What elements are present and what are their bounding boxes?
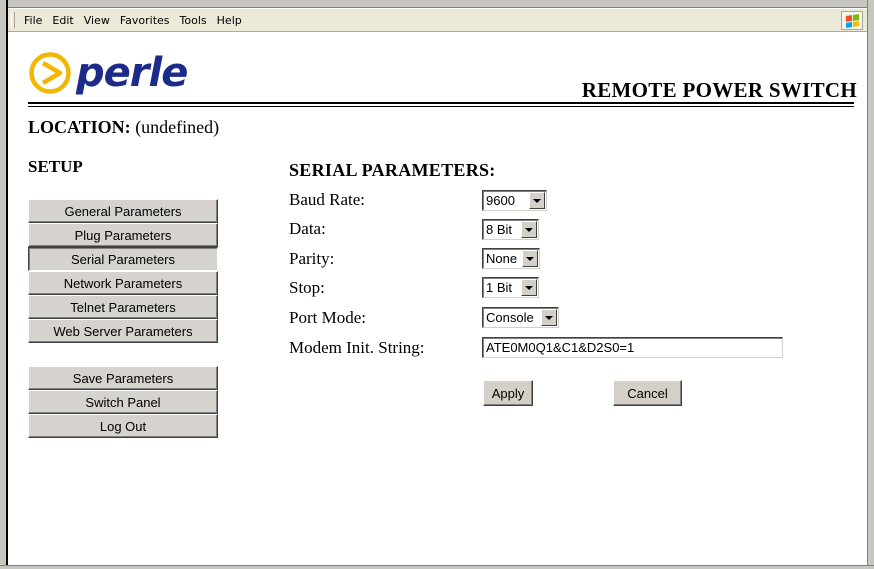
location-label: LOCATION: bbox=[28, 117, 131, 137]
modem-init-input[interactable] bbox=[482, 337, 783, 358]
menu-favorites[interactable]: Favorites bbox=[115, 14, 175, 27]
logo-text: perle bbox=[76, 50, 188, 96]
menu-view[interactable]: View bbox=[79, 14, 115, 27]
page-content: perle REMOTE POWER SWITCH LOCATION: (und… bbox=[10, 33, 867, 565]
location-value: (undefined) bbox=[135, 117, 220, 137]
perle-logo: perle bbox=[28, 50, 188, 96]
baud-rate-value: 9600 bbox=[486, 193, 515, 208]
parity-select[interactable]: None bbox=[482, 248, 540, 269]
port-mode-label: Port Mode: bbox=[289, 308, 366, 327]
window-top-border bbox=[8, 0, 867, 8]
modem-init-label: Modem Init. String: bbox=[289, 338, 425, 357]
parity-label: Parity: bbox=[289, 249, 335, 268]
data-value: 8 Bit bbox=[486, 222, 513, 237]
plug-parameters-button[interactable]: Plug Parameters bbox=[28, 223, 218, 247]
windows-logo-icon bbox=[841, 11, 863, 30]
baud-rate-select[interactable]: 9600 bbox=[482, 190, 547, 211]
general-parameters-button[interactable]: General Parameters bbox=[28, 199, 218, 223]
stop-select[interactable]: 1 Bit bbox=[482, 277, 539, 298]
setup-heading: SETUP bbox=[28, 157, 83, 176]
save-parameters-button[interactable]: Save Parameters bbox=[28, 366, 218, 390]
data-select[interactable]: 8 Bit bbox=[482, 219, 539, 240]
serial-parameters-heading: SERIAL PARAMETERS: bbox=[289, 160, 496, 180]
menu-bar: File Edit View Favorites Tools Help bbox=[8, 8, 867, 32]
apply-button[interactable]: Apply bbox=[483, 380, 533, 406]
window-left-border bbox=[0, 0, 8, 569]
menubar-grip bbox=[11, 12, 15, 28]
window-bottom-border bbox=[0, 565, 874, 569]
log-out-button[interactable]: Log Out bbox=[28, 414, 218, 438]
chevron-down-icon bbox=[529, 192, 545, 209]
data-label: Data: bbox=[289, 219, 326, 238]
header-divider bbox=[28, 102, 854, 104]
chevron-down-icon bbox=[541, 309, 557, 326]
web-server-parameters-button[interactable]: Web Server Parameters bbox=[28, 319, 218, 343]
network-parameters-button[interactable]: Network Parameters bbox=[28, 271, 218, 295]
port-mode-value: Console bbox=[486, 310, 534, 325]
stop-label: Stop: bbox=[289, 278, 325, 297]
chevron-down-icon bbox=[521, 221, 537, 238]
menu-help[interactable]: Help bbox=[212, 14, 247, 27]
page-title: REMOTE POWER SWITCH bbox=[581, 78, 857, 102]
menu-edit[interactable]: Edit bbox=[47, 14, 78, 27]
telnet-parameters-button[interactable]: Telnet Parameters bbox=[28, 295, 218, 319]
parity-value: None bbox=[486, 251, 518, 266]
chevron-down-icon bbox=[521, 279, 537, 296]
location-line: LOCATION: (undefined) bbox=[28, 117, 219, 138]
port-mode-select[interactable]: Console bbox=[482, 307, 559, 328]
cancel-button[interactable]: Cancel bbox=[613, 380, 682, 406]
menu-tools[interactable]: Tools bbox=[175, 14, 212, 27]
header-divider-thin bbox=[28, 106, 854, 107]
menu-file[interactable]: File bbox=[19, 14, 47, 27]
window-right-border bbox=[867, 0, 874, 569]
baud-rate-label: Baud Rate: bbox=[289, 190, 366, 209]
switch-panel-button[interactable]: Switch Panel bbox=[28, 390, 218, 414]
perle-logo-icon bbox=[29, 52, 71, 94]
stop-value: 1 Bit bbox=[486, 280, 513, 295]
chevron-down-icon bbox=[522, 250, 538, 267]
serial-parameters-button[interactable]: Serial Parameters bbox=[28, 247, 218, 271]
